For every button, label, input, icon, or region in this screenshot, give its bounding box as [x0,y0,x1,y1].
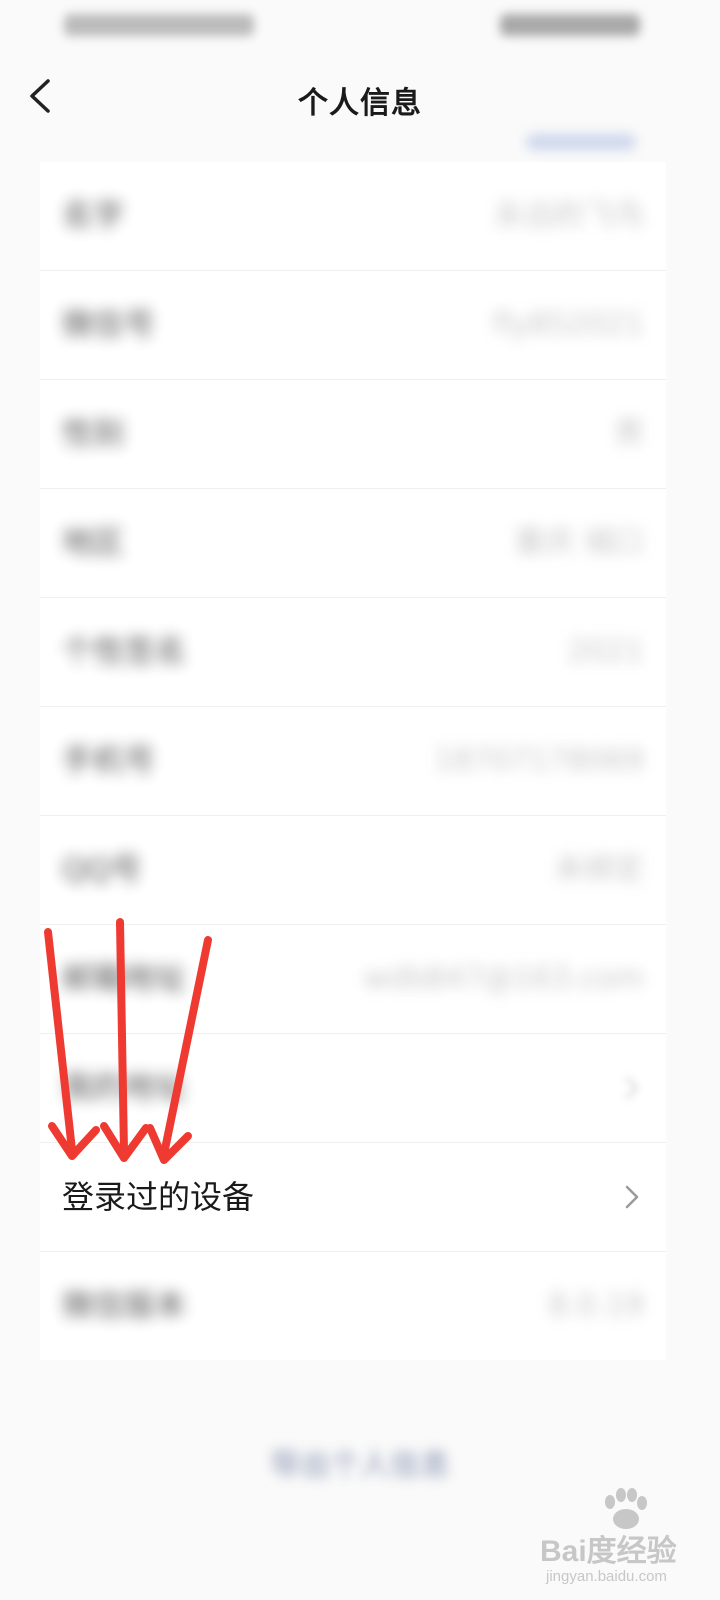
blurred-header-hint [526,134,636,150]
row-label: QQ号 [62,852,142,888]
row-label: 我的地址 [62,1070,186,1106]
row-value: 18707178069 [434,743,644,778]
row-value: 重庆 城口 [514,525,644,560]
row-wechat-version[interactable]: 微信版本 8.0.19 [40,1252,666,1360]
status-bar [0,0,720,56]
row-label: 邮箱地址 [62,961,186,997]
row-label: 性别 [62,416,124,452]
row-value: wdb847@163.com [363,961,644,996]
row-value: 2021 [567,634,644,669]
chevron-right-icon [620,1185,644,1209]
watermark-url: jingyan.baidu.com [546,1568,667,1585]
nav-bar: 个人信息 [0,56,720,140]
row-value: 男 [614,416,644,451]
row-name[interactable]: 名字 永远的飞鸟 [40,162,666,271]
profile-info-list: 名字 永远的飞鸟 微信号 fly852021 性别 男 地区 重庆 城口 个性签… [40,162,666,1360]
row-qq[interactable]: QQ号 未绑定 [40,816,666,925]
row-logged-in-devices[interactable]: 登录过的设备 [40,1143,666,1252]
row-value: 8.0.19 [548,1288,644,1323]
status-carrier [64,14,254,36]
row-region[interactable]: 地区 重庆 城口 [40,489,666,598]
row-value: fly852021 [492,307,644,342]
row-email[interactable]: 邮箱地址 wdb847@163.com [40,925,666,1034]
row-wechat-id[interactable]: 微信号 fly852021 [40,271,666,380]
row-my-address[interactable]: 我的地址 [40,1034,666,1143]
row-label: 微信号 [62,307,155,343]
row-gender[interactable]: 性别 男 [40,380,666,489]
baidu-jingyan-watermark: Bai度经验 jingyan.baidu.com [540,1488,720,1600]
export-info-link[interactable]: 导出个人信息 [0,1440,720,1484]
row-phone[interactable]: 手机号 18707178069 [40,707,666,816]
row-label: 个性签名 [62,634,186,670]
row-signature[interactable]: 个性签名 2021 [40,598,666,707]
status-indicators [500,14,640,36]
chevron-right-icon [620,1076,644,1100]
row-value: 未绑定 [554,852,644,887]
row-label: 登录过的设备 [62,1178,255,1216]
paw-icon [605,1488,647,1529]
row-label: 微信版本 [62,1288,186,1324]
row-value: 永远的飞鸟 [494,198,644,233]
page-title: 个人信息 [298,86,422,121]
watermark-text: Bai度经验 [540,1535,677,1568]
row-label: 名字 [62,198,124,234]
row-label: 手机号 [62,743,155,779]
row-label: 地区 [62,525,124,561]
